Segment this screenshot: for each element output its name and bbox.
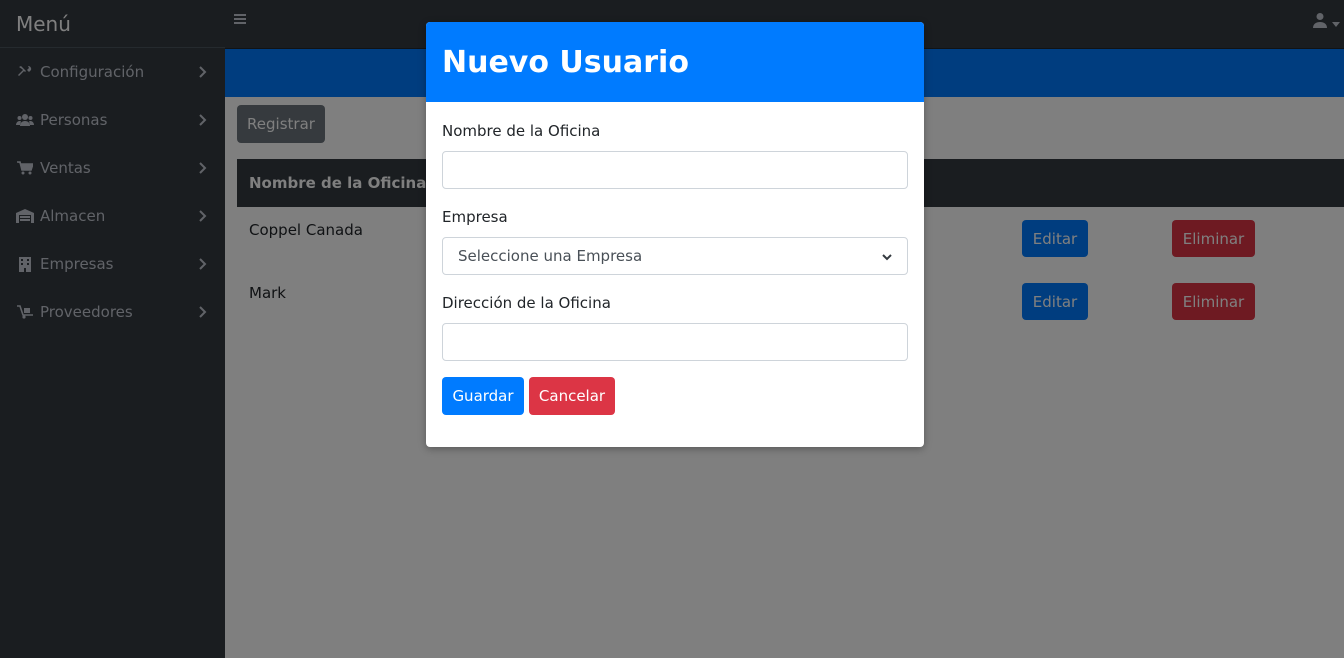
- office-address-label: Dirección de la Oficina: [442, 294, 611, 312]
- cancel-button[interactable]: Cancelar: [529, 377, 615, 415]
- save-button[interactable]: Guardar: [442, 377, 524, 415]
- chevron-down-icon: [882, 247, 892, 265]
- company-select[interactable]: Seleccione una Empresa: [442, 237, 908, 275]
- company-select-value: Seleccione una Empresa: [458, 247, 643, 265]
- modal-title: Nuevo Usuario: [442, 44, 689, 80]
- new-user-modal: Nuevo Usuario Nombre de la Oficina Empre…: [426, 22, 924, 447]
- office-name-field[interactable]: [442, 151, 908, 189]
- office-address-field[interactable]: [442, 323, 908, 361]
- modal-header: Nuevo Usuario: [426, 22, 924, 102]
- office-name-label: Nombre de la Oficina: [442, 122, 601, 140]
- company-label: Empresa: [442, 208, 508, 226]
